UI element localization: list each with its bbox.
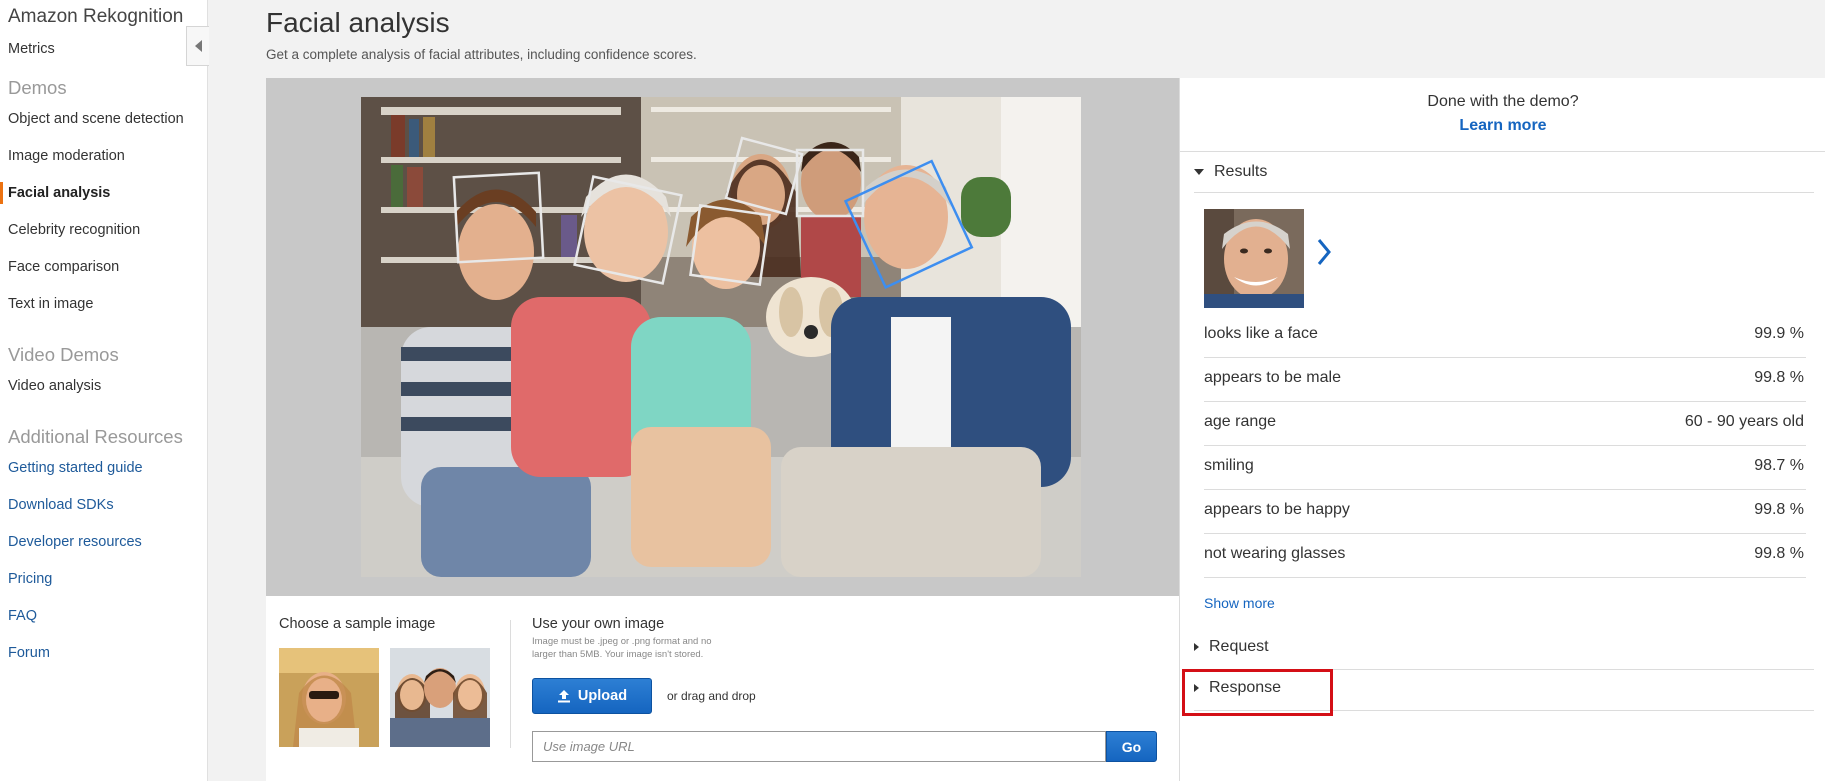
results-section-toggle[interactable]: Results xyxy=(1194,163,1267,181)
triangle-right-icon xyxy=(1194,643,1199,651)
sidebar: Amazon Rekognition Metrics Demos Object … xyxy=(0,0,208,781)
drag-drop-text: or drag and drop xyxy=(667,689,756,703)
request-label: Request xyxy=(1209,638,1269,655)
sidebar-item-facial-analysis[interactable]: Facial analysis xyxy=(8,185,110,201)
sidebar-item-object-detection[interactable]: Object and scene detection xyxy=(8,111,184,127)
requirements-line-2: larger than 5MB. Your image isn't stored… xyxy=(532,649,704,660)
triangle-down-icon xyxy=(1194,169,1204,175)
selected-face-thumbnail[interactable] xyxy=(1204,209,1304,308)
sidebar-collapse-button[interactable] xyxy=(186,26,209,66)
face-crop-image xyxy=(1204,209,1304,308)
sidebar-link-faq[interactable]: FAQ xyxy=(8,608,37,624)
sample-image-2[interactable] xyxy=(390,648,490,747)
sidebar-link-developer-resources[interactable]: Developer resources xyxy=(8,534,142,550)
attribute-confidence: 99.9 % xyxy=(1754,325,1804,342)
learn-more-link[interactable]: Learn more xyxy=(1180,117,1825,135)
upload-button-label: Upload xyxy=(577,688,628,704)
sidebar-link-getting-started[interactable]: Getting started guide xyxy=(8,460,143,476)
attribute-confidence: 60 - 90 years old xyxy=(1684,413,1804,430)
attribute-row: appears to be male 99.8 % xyxy=(1204,357,1806,402)
triangle-left-icon xyxy=(194,40,202,52)
sample-image-label: Choose a sample image xyxy=(279,616,436,632)
own-image-label: Use your own image xyxy=(532,616,665,632)
analyzed-photo xyxy=(361,97,1081,577)
page-title: Facial analysis xyxy=(266,7,450,38)
sidebar-heading-resources: Additional Resources xyxy=(8,426,183,447)
page-subtitle: Get a complete analysis of facial attrib… xyxy=(266,47,697,62)
attribute-name: age range xyxy=(1204,413,1277,430)
attribute-name: appears to be happy xyxy=(1204,501,1350,518)
sidebar-title: Amazon Rekognition xyxy=(8,6,184,27)
sidebar-heading-video-demos: Video Demos xyxy=(8,344,119,365)
attribute-row: looks like a face 99.9 % xyxy=(1204,313,1806,358)
sample-image-1[interactable] xyxy=(279,648,379,747)
family-photo-image xyxy=(361,97,1081,577)
response-highlight-box xyxy=(1182,669,1333,716)
attribute-row: smiling 98.7 % xyxy=(1204,445,1806,490)
show-more-link[interactable]: Show more xyxy=(1204,595,1275,611)
sidebar-link-pricing[interactable]: Pricing xyxy=(8,571,52,587)
attribute-row: age range 60 - 90 years old xyxy=(1204,401,1806,446)
next-face-button[interactable] xyxy=(1316,238,1332,271)
image-preview-panel xyxy=(266,78,1179,596)
sidebar-item-text-in-image[interactable]: Text in image xyxy=(8,296,93,312)
sidebar-item-celebrity-recognition[interactable]: Celebrity recognition xyxy=(8,222,140,238)
chevron-right-icon xyxy=(1317,239,1331,265)
attribute-confidence: 99.8 % xyxy=(1754,369,1804,386)
sidebar-link-download-sdks[interactable]: Download SDKs xyxy=(8,497,114,513)
attribute-name: not wearing glasses xyxy=(1204,545,1346,562)
image-input-panel: Choose a sample image Use your own image xyxy=(266,596,1179,781)
attribute-name: appears to be male xyxy=(1204,369,1341,386)
image-requirements-note: Image must be .jpeg or .png format and n… xyxy=(532,635,732,661)
results-label: Results xyxy=(1214,163,1268,180)
requirements-line-1: Image must be .jpeg or .png format and n… xyxy=(532,636,712,647)
sample-image-woman-car xyxy=(279,648,379,747)
sidebar-item-face-comparison[interactable]: Face comparison xyxy=(8,259,119,275)
sidebar-heading-demos: Demos xyxy=(8,77,67,98)
sample-image-three-people xyxy=(390,648,490,747)
request-section-toggle[interactable]: Request xyxy=(1194,638,1269,656)
divider xyxy=(510,620,511,748)
sidebar-link-forum[interactable]: Forum xyxy=(8,645,50,661)
attribute-name: looks like a face xyxy=(1204,325,1318,342)
divider xyxy=(1194,192,1814,193)
attribute-row: appears to be happy 99.8 % xyxy=(1204,489,1806,534)
upload-button[interactable]: Upload xyxy=(532,678,652,714)
done-with-demo-text: Done with the demo? xyxy=(1427,93,1579,110)
sidebar-item-image-moderation[interactable]: Image moderation xyxy=(8,148,125,164)
sidebar-item-metrics[interactable]: Metrics xyxy=(8,41,55,57)
go-button[interactable]: Go xyxy=(1106,731,1157,762)
upload-arrow-icon xyxy=(557,690,570,703)
active-indicator xyxy=(0,182,3,204)
attribute-confidence: 98.7 % xyxy=(1754,457,1804,474)
image-url-input[interactable] xyxy=(532,731,1106,762)
attribute-confidence: 99.8 % xyxy=(1754,545,1804,562)
attribute-row: not wearing glasses 99.8 % xyxy=(1204,533,1806,578)
attribute-name: smiling xyxy=(1204,457,1254,474)
attribute-confidence: 99.8 % xyxy=(1754,501,1804,518)
sidebar-item-video-analysis[interactable]: Video analysis xyxy=(8,378,101,394)
divider xyxy=(1180,151,1825,152)
